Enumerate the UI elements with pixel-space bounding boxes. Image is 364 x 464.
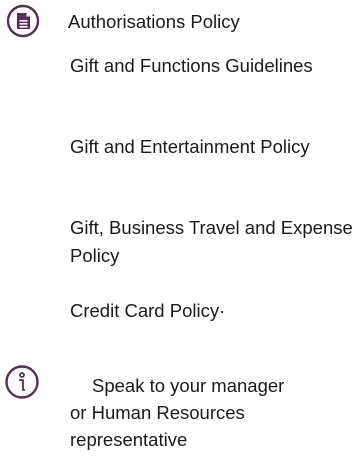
policy-link-gift-travel-expense[interactable]: Gift, Business Travel and Expense Policy [70,214,360,270]
policy-link-authorisations[interactable]: Authorisations Policy [68,8,358,36]
policy-link-gift-entertainment[interactable]: Gift and Entertainment Policy [70,133,360,161]
policy-link-credit-card[interactable]: Credit Card Policy· [70,297,360,325]
document-icon [6,4,40,38]
contact-text: Speak to your manager or Human Resources… [70,372,360,453]
contact-line-1: Speak to your manager [92,375,285,396]
info-icon [5,365,39,399]
policy-link-gift-functions[interactable]: Gift and Functions Guidelines [70,52,360,80]
contact-line-2: or Human Resources representative [70,402,245,450]
